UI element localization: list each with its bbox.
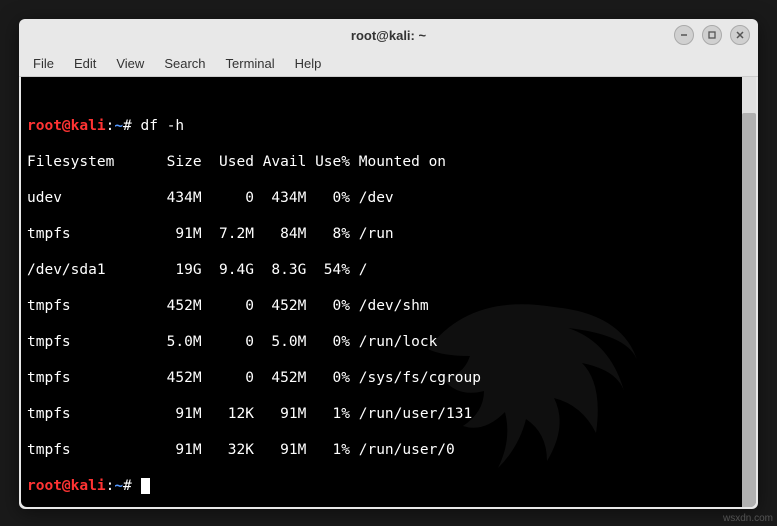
maximize-button[interactable] <box>702 25 722 45</box>
output-row: tmpfs 452M 0 452M 0% /sys/fs/cgroup <box>27 369 750 387</box>
prompt-at: @ <box>62 478 71 494</box>
menu-view[interactable]: View <box>106 53 154 74</box>
terminal-line: root@kali:~# <box>27 477 750 495</box>
minimize-button[interactable] <box>674 25 694 45</box>
prompt-hash: # <box>123 118 140 134</box>
titlebar[interactable]: root@kali: ~ <box>19 19 758 51</box>
prompt-host: kali <box>71 118 106 134</box>
window-title: root@kali: ~ <box>351 28 426 43</box>
terminal-window: root@kali: ~ File Edit View Search Termi… <box>19 19 758 509</box>
watermark: wsxdn.com <box>723 513 773 524</box>
prompt-host: kali <box>71 478 106 494</box>
cursor <box>141 478 150 494</box>
menu-terminal[interactable]: Terminal <box>216 53 285 74</box>
prompt-at: @ <box>62 118 71 134</box>
prompt-user: root <box>27 118 62 134</box>
prompt-path: ~ <box>114 118 123 134</box>
prompt-hash: # <box>123 478 140 494</box>
close-button[interactable] <box>730 25 750 45</box>
terminal-line: root@kali:~# df -h <box>27 117 750 135</box>
command-text: df -h <box>141 118 185 134</box>
scrollbar[interactable] <box>742 77 756 507</box>
output-row: udev 434M 0 434M 0% /dev <box>27 189 750 207</box>
output-row: tmpfs 91M 7.2M 84M 8% /run <box>27 225 750 243</box>
prompt-sep: : <box>106 478 115 494</box>
output-row: /dev/sda1 19G 9.4G 8.3G 54% / <box>27 261 750 279</box>
output-row: tmpfs 91M 12K 91M 1% /run/user/131 <box>27 405 750 423</box>
menu-file[interactable]: File <box>23 53 64 74</box>
output-header: Filesystem Size Used Avail Use% Mounted … <box>27 153 750 171</box>
prompt-path: ~ <box>114 478 123 494</box>
scrollbar-thumb[interactable] <box>742 113 756 507</box>
prompt-sep: : <box>106 118 115 134</box>
terminal-area[interactable]: root@kali:~# df -h Filesystem Size Used … <box>21 77 756 507</box>
menu-help[interactable]: Help <box>285 53 332 74</box>
menu-edit[interactable]: Edit <box>64 53 106 74</box>
output-row: tmpfs 91M 32K 91M 1% /run/user/0 <box>27 441 750 459</box>
prompt-user: root <box>27 478 62 494</box>
output-row: tmpfs 5.0M 0 5.0M 0% /run/lock <box>27 333 750 351</box>
menu-search[interactable]: Search <box>154 53 215 74</box>
output-row: tmpfs 452M 0 452M 0% /dev/shm <box>27 297 750 315</box>
menubar: File Edit View Search Terminal Help <box>19 51 758 77</box>
window-controls <box>674 25 750 45</box>
